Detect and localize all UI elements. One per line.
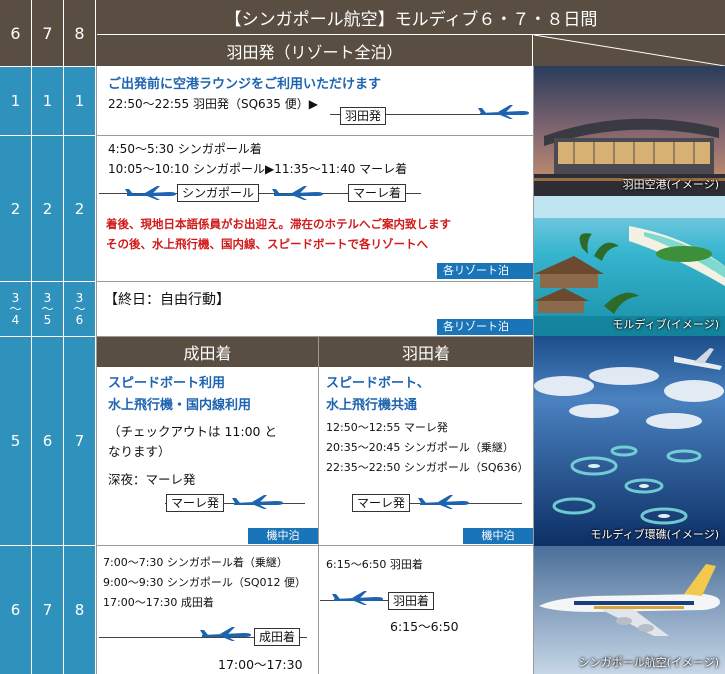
content-left-border — [96, 66, 97, 674]
male-depart-box-right: マーレ発 — [352, 494, 411, 512]
maldives-photo: モルディブ(イメージ) — [534, 196, 725, 336]
narita-arrival-time-text: 17:00〜17:30 成田着 — [103, 596, 214, 609]
narita-arrival-header: 成田着 — [97, 337, 318, 367]
resort-stay-badge: 各リゾート泊 — [437, 319, 533, 335]
maldives-atoll-photo: モルディブ環礁(イメージ) — [534, 336, 725, 546]
singapore-arrival-text: 4:50〜5:30 シンガポール着 — [108, 142, 262, 156]
day-cell-r4-c3: 7 — [64, 337, 95, 545]
free-day-text: 【終日：自由行動】 — [104, 292, 230, 308]
checkout-note-2: なります） — [108, 444, 171, 459]
flight-departure-text: 22:50〜22:55 羽田発（SQ635 便）▶ — [108, 97, 318, 111]
male-depart-box-left: マーレ発 — [166, 494, 225, 512]
day-cell-r4-c2: 6 — [32, 337, 63, 545]
airplane-icon — [200, 626, 252, 646]
airplane-icon — [478, 104, 530, 124]
airplane-icon — [232, 494, 284, 514]
header-diagonal — [533, 34, 725, 67]
day-cell-r1-c1: 1 — [0, 67, 31, 135]
day-cell-r3-c2: 3 〜 5 — [32, 282, 63, 336]
day-cell-r2-c2: 2 — [32, 136, 63, 281]
day-range-end: 5 — [43, 312, 52, 327]
day-cell-r4-c1: 5 — [0, 337, 31, 545]
photo-caption: モルディブ(イメージ) — [612, 318, 719, 331]
male-arrival-box: マーレ着 — [348, 184, 407, 202]
singapore-box: シンガポール — [177, 184, 260, 202]
day-cell-r5-c1: 6 — [0, 546, 31, 674]
narita-heading-2: 水上飛行機・国内線利用 — [108, 398, 252, 413]
singapore-transit-arrival: 7:00〜7:30 シンガポール着（乗継） — [103, 556, 288, 569]
photo-caption: 羽田空港(イメージ) — [622, 178, 719, 191]
haneda-arrival-time-text: 6:15〜6:50 羽田着 — [326, 558, 423, 571]
day-cell-r3-c3: 3 〜 6 — [64, 282, 95, 336]
header-day-6: 6 — [0, 0, 32, 66]
checkout-note-1: （チェックアウトは 11:00 と — [108, 424, 277, 439]
airplane-icon — [272, 185, 324, 205]
arrival-note-1: 着後、現地日本語係員がお出迎え。滞在のホテルへご案内致します — [106, 217, 451, 231]
singapore-transit-time: 20:35〜20:45 シンガポール（乗継） — [326, 441, 514, 454]
male-depart-time: 12:50〜12:55 マーレ発 — [326, 421, 448, 434]
resort-stay-badge: 各リゾート泊 — [437, 263, 533, 279]
haneda-airport-photo: 羽田空港(イメージ) — [534, 66, 725, 196]
header-day-8: 8 — [64, 0, 96, 66]
photo-caption: シンガポール航空(イメージ) — [578, 656, 719, 669]
narita-arrival-time: 17:00〜17:30 — [218, 657, 303, 672]
haneda-depart-box: 羽田発 — [340, 107, 387, 125]
haneda-heading-1: スピードボート、 — [326, 376, 430, 391]
row-divider — [96, 135, 534, 136]
overnight-flight-badge-right: 機中泊 — [463, 528, 533, 544]
airplane-icon — [125, 185, 177, 205]
day-cell-r1-c3: 1 — [64, 67, 95, 135]
lounge-heading: ご出発前に空港ラウンジをご利用いただけます — [108, 77, 382, 92]
late-night-departure: 深夜：マーレ発 — [108, 472, 196, 487]
day-cell-r3-c1: 3 〜 4 — [0, 282, 31, 336]
airplane-icon — [332, 590, 384, 610]
singapore-depart-time: 22:35〜22:50 シンガポール（SQ636） — [326, 461, 529, 474]
day-cell-r2-c3: 2 — [64, 136, 95, 281]
day-cell-r2-c1: 2 — [0, 136, 31, 281]
page-subtitle: 羽田発（リゾート全泊） — [97, 35, 533, 66]
day-range-end: 4 — [11, 312, 20, 327]
singapore-airlines-photo: シンガポール航空(イメージ) — [534, 546, 725, 674]
day-cell-r5-c3: 8 — [64, 546, 95, 674]
day-cell-r5-c2: 7 — [32, 546, 63, 674]
singapore-sq012-departure: 9:00〜9:30 シンガポール（SQ012 便） — [103, 576, 307, 589]
column-divider — [318, 337, 319, 674]
row-divider — [96, 281, 534, 282]
arrival-note-2: その後、水上飛行機、国内線、スピードボートで各リゾートへ — [106, 237, 428, 251]
day-cell-r1-c2: 1 — [32, 67, 63, 135]
day-range-end: 6 — [75, 312, 84, 327]
overnight-flight-badge-left: 機中泊 — [248, 528, 318, 544]
row-divider — [96, 545, 534, 546]
haneda-arrival-header: 羽田着 — [319, 337, 533, 367]
header-day-7: 7 — [32, 0, 64, 66]
haneda-heading-2: 水上飛行機共通 — [326, 398, 418, 413]
narita-heading-1: スピードボート利用 — [108, 376, 226, 391]
photo-caption: モルディブ環礁(イメージ) — [590, 528, 719, 541]
page-title: 【シンガポール航空】モルディブ６・７・８日間 — [97, 0, 725, 35]
haneda-arrival-time: 6:15〜6:50 — [390, 619, 459, 634]
narita-arrival-box: 成田着 — [254, 628, 301, 646]
airplane-icon — [418, 494, 470, 514]
connection-text: 10:05〜10:10 シンガポール▶11:35〜11:40 マーレ着 — [108, 162, 408, 176]
haneda-arrival-box: 羽田着 — [388, 592, 435, 610]
